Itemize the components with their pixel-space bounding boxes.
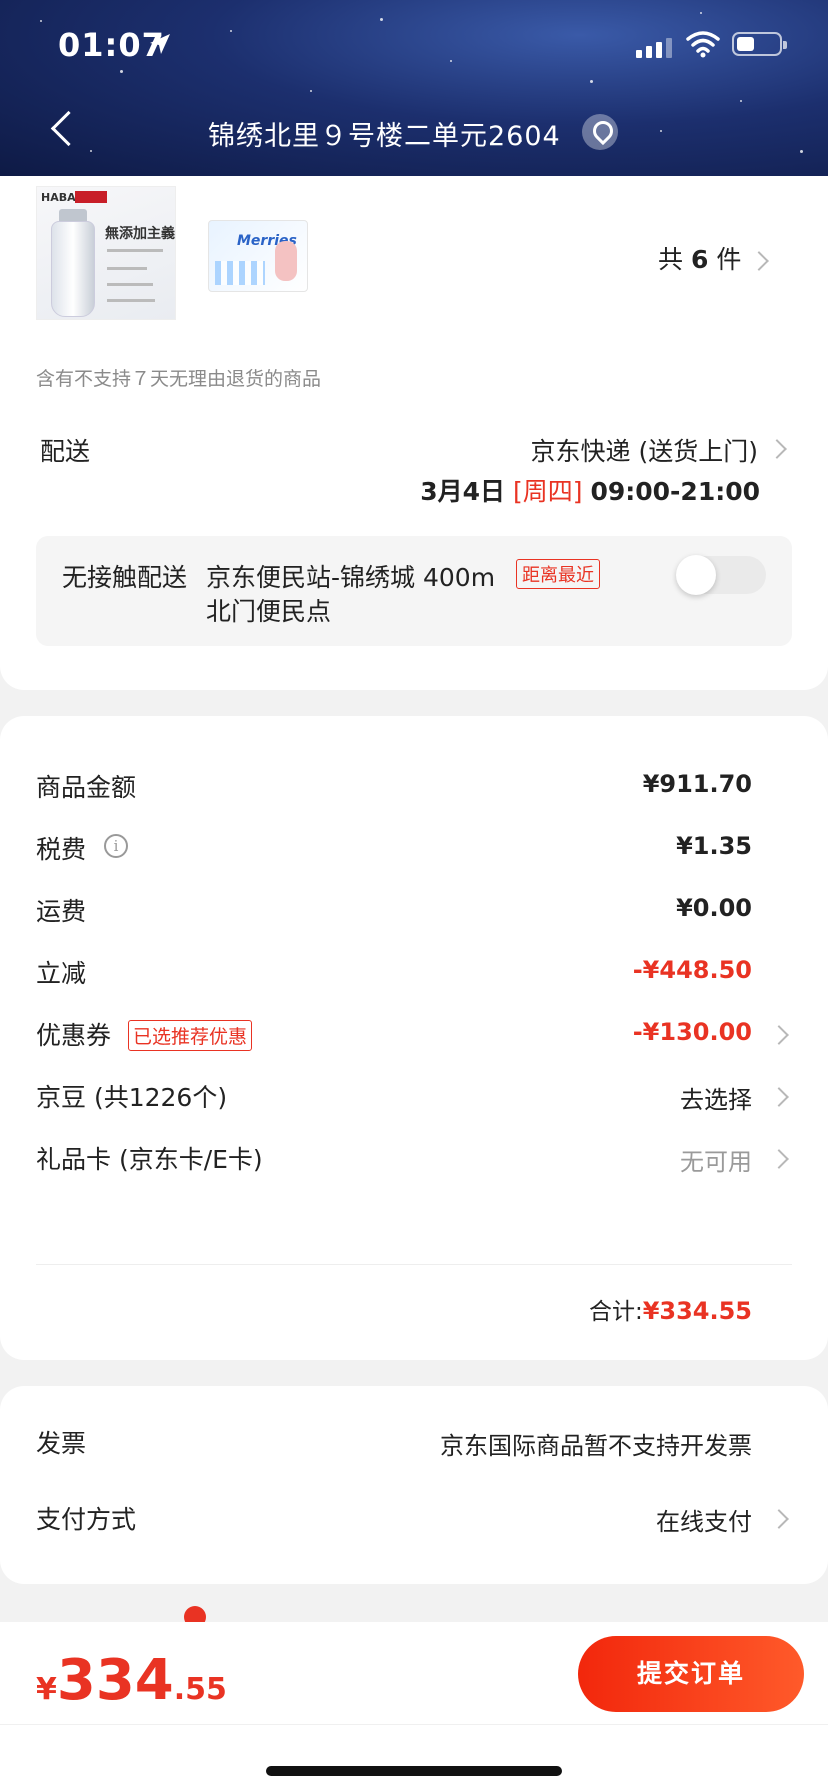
chevron-right-icon (767, 439, 787, 459)
info-icon[interactable]: i (104, 834, 128, 858)
delivery-time[interactable]: 3月4日 [周四] 09:00-21:00 (420, 472, 760, 508)
checkout-bar: ¥334.55 提交订单 (0, 1622, 828, 1792)
pickup-point: 北门便民点 (206, 597, 332, 626)
chevron-right-icon (769, 1025, 789, 1045)
product-brand-label: HABA (41, 191, 76, 204)
delivery-label: 配送 (40, 437, 91, 466)
back-button[interactable] (44, 108, 84, 156)
product-title-label: 無添加主義 (105, 226, 175, 242)
clipped-agreement-row (0, 1606, 828, 1622)
signal-icon (636, 38, 672, 58)
chevron-right-icon (769, 1149, 789, 1169)
wifi-icon (686, 31, 720, 58)
battery-icon (732, 32, 787, 56)
jd-beans-row[interactable]: 京豆 (共1226个) 去选择 (36, 1078, 792, 1118)
no-contact-label: 无接触配送 (62, 563, 188, 592)
submit-order-button[interactable]: 提交订单 (578, 1636, 804, 1712)
goods-amount-row: 商品金额 ¥911.70 (36, 768, 792, 808)
tax-value: ¥1.35 (676, 832, 752, 860)
discount-row: 立减 -¥448.50 (36, 954, 792, 994)
invoice-value: 京东国际商品暂不支持开发票 (440, 1432, 752, 1460)
chevron-right-icon (749, 251, 769, 271)
payment-method-row[interactable]: 支付方式 在线支付 (36, 1500, 792, 1540)
jd-beans-value: 去选择 (680, 1086, 752, 1114)
item-count[interactable]: 共 6 件 (658, 240, 741, 276)
coupon-value: -¥130.00 (632, 1018, 752, 1046)
nearest-badge: 距离最近 (516, 559, 600, 589)
header: 01:07 锦绣北里９号楼二单元2604 (0, 0, 828, 176)
no-contact-toggle[interactable] (676, 555, 766, 595)
discount-label: 立减 (36, 959, 87, 988)
gift-card-value: 无可用 (680, 1148, 752, 1176)
total-price: ¥334.55 (36, 1648, 227, 1713)
chevron-right-icon (769, 1509, 789, 1529)
gift-card-label: 礼品卡 (京东卡/E卡) (36, 1145, 263, 1174)
goods-amount-value: ¥911.70 (642, 770, 752, 798)
shipping-row: 运费 ¥0.00 (36, 892, 792, 932)
product-thumbnail-haba[interactable]: HABA 無添加主義 (36, 186, 176, 320)
return-policy-notice: 含有不支持７天无理由退货的商品 (36, 368, 322, 390)
shipping-value: ¥0.00 (676, 894, 752, 922)
delivery-address[interactable]: 锦绣北里９号楼二单元2604 (208, 114, 561, 153)
discount-value: -¥448.50 (632, 956, 752, 984)
payment-method-label: 支付方式 (36, 1505, 137, 1534)
no-contact-delivery-box: 无接触配送 京东便民站-锦绣城 400m 距离最近 北门便民点 (36, 536, 792, 646)
tax-label: 税费 (36, 835, 87, 864)
invoice-row: 发票 京东国际商品暂不支持开发票 (36, 1424, 792, 1464)
payment-method-value: 在线支付 (656, 1508, 752, 1536)
coupon-label: 优惠券 (36, 1021, 112, 1050)
coupon-badge: 已选推荐优惠 (128, 1020, 253, 1051)
gift-card-row[interactable]: 礼品卡 (京东卡/E卡) 无可用 (36, 1140, 792, 1180)
pickup-station: 京东便民站-锦绣城 400m (206, 563, 496, 592)
location-pin-icon[interactable] (582, 114, 618, 150)
home-indicator[interactable] (266, 1766, 562, 1776)
coupon-row[interactable]: 优惠券 已选推荐优惠 -¥130.00 (36, 1016, 792, 1056)
chevron-right-icon (769, 1087, 789, 1107)
jd-beans-label: 京豆 (共1226个) (36, 1083, 228, 1112)
divider (36, 1264, 792, 1265)
price-detail-card: 商品金额 ¥911.70 税费 i ¥1.35 运费 ¥0.00 立减 -¥44… (0, 716, 828, 1360)
goods-amount-label: 商品金额 (36, 773, 137, 802)
product-thumbnail-merries[interactable]: Merries (208, 220, 308, 292)
divider (0, 1724, 828, 1725)
tax-row: 税费 i ¥1.35 (36, 830, 792, 870)
subtotal: 合计:¥334.55 (588, 1297, 752, 1325)
location-arrow-icon (150, 34, 170, 54)
delivery-method[interactable]: 京东快递 (送货上门) (531, 432, 758, 468)
invoice-payment-card: 发票 京东国际商品暂不支持开发票 支付方式 在线支付 (0, 1386, 828, 1584)
order-items-card: HABA 無添加主義 Merries 共 6 件 含有不支持７天无理由退货的商品… (0, 176, 828, 690)
invoice-label: 发票 (36, 1429, 87, 1458)
order-confirm-page: 01:07 锦绣北里９号楼二单元2604 HABA 無添加主義 Merries … (0, 0, 828, 1792)
shipping-label: 运费 (36, 897, 87, 926)
